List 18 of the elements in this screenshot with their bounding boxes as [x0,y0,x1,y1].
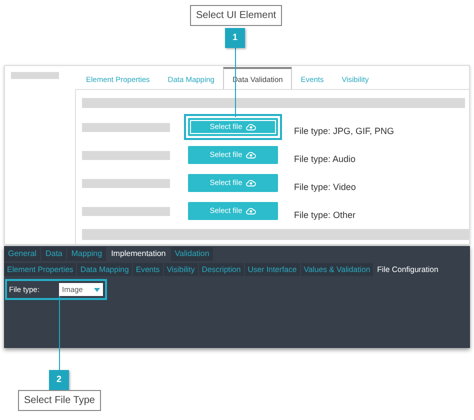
tab[interactable]: Validation [170,247,214,261]
file-type-label: File type: Audio [294,153,356,166]
tab[interactable]: Mapping [67,247,106,261]
placeholder-bar [11,72,59,79]
tab[interactable]: Data [41,247,66,261]
cloud-upload-icon [246,151,256,159]
callout-label: Select File Type [18,390,101,411]
caret-icon [94,288,100,292]
cloud-upload-icon [246,207,256,215]
file-type-label: File type: Other [294,209,356,222]
cloud-upload-icon [246,179,256,187]
step-badge: 1 [225,28,245,48]
cloud-upload-icon [246,123,256,131]
tab[interactable]: General [4,247,40,261]
file-type-label: File type: JPG, GIF, PNG [294,125,394,138]
callout-label: Select UI Element [190,5,282,26]
file-type-label: File type: Video [294,181,356,194]
step-badge: 2 [49,370,69,390]
